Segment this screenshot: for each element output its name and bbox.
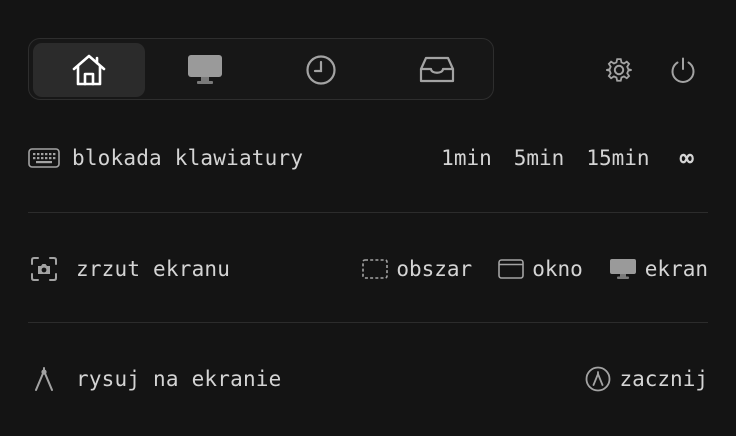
divider	[28, 212, 708, 213]
screenshot-screen-label: ekran	[644, 257, 708, 281]
control-panel: blokada klawiatury 1min 5min 15min ∞ zrz…	[0, 0, 736, 436]
compass-circle-icon	[585, 366, 611, 392]
keyboard-icon	[28, 148, 60, 168]
inbox-tray-icon	[419, 56, 455, 83]
screenshot-window-option[interactable]: okno	[498, 257, 583, 281]
gear-icon	[606, 58, 632, 82]
screenshot-row: zrzut ekranu obszar okno ekran	[28, 249, 708, 289]
dashed-rect-icon	[362, 259, 389, 279]
draw-start-label: zacznij	[619, 367, 708, 391]
duration-15min[interactable]: 15min	[586, 146, 649, 170]
tab-display[interactable]	[149, 43, 261, 97]
tab-history[interactable]	[265, 43, 377, 97]
clock-icon	[306, 55, 336, 85]
draw-label: rysuj na ekranie	[76, 367, 282, 391]
duration-5min[interactable]: 5min	[514, 146, 565, 170]
home-icon	[72, 54, 106, 86]
monitor-icon	[609, 258, 637, 280]
settings-button[interactable]	[603, 54, 635, 86]
draw-icon-wrap	[28, 363, 60, 395]
window-icon	[498, 259, 525, 279]
power-icon	[671, 57, 695, 83]
keyboard-lock-icon-wrap	[28, 142, 60, 174]
screenshot-screen-option[interactable]: ekran	[609, 257, 708, 281]
divider	[28, 322, 708, 323]
camera-icon	[31, 257, 57, 281]
duration-infinite[interactable]: ∞	[680, 144, 694, 172]
screenshot-label: zrzut ekranu	[76, 257, 231, 281]
screenshot-icon-wrap	[28, 253, 60, 285]
tab-inbox[interactable]	[381, 43, 493, 97]
draw-row: rysuj na ekranie zacznij	[28, 359, 708, 399]
draw-start-button[interactable]: zacznij	[585, 366, 708, 392]
screenshot-area-option[interactable]: obszar	[362, 257, 472, 281]
tab-bar	[28, 38, 494, 100]
compass-icon	[35, 367, 53, 391]
tab-home[interactable]	[33, 43, 145, 97]
duration-1min[interactable]: 1min	[441, 146, 492, 170]
power-button[interactable]	[667, 54, 699, 86]
screenshot-area-label: obszar	[396, 257, 473, 281]
keyboard-lock-label: blokada klawiatury	[72, 146, 304, 170]
screenshot-window-label: okno	[532, 257, 583, 281]
keyboard-lock-row: blokada klawiatury 1min 5min 15min ∞	[28, 138, 708, 178]
monitor-icon	[188, 55, 222, 84]
